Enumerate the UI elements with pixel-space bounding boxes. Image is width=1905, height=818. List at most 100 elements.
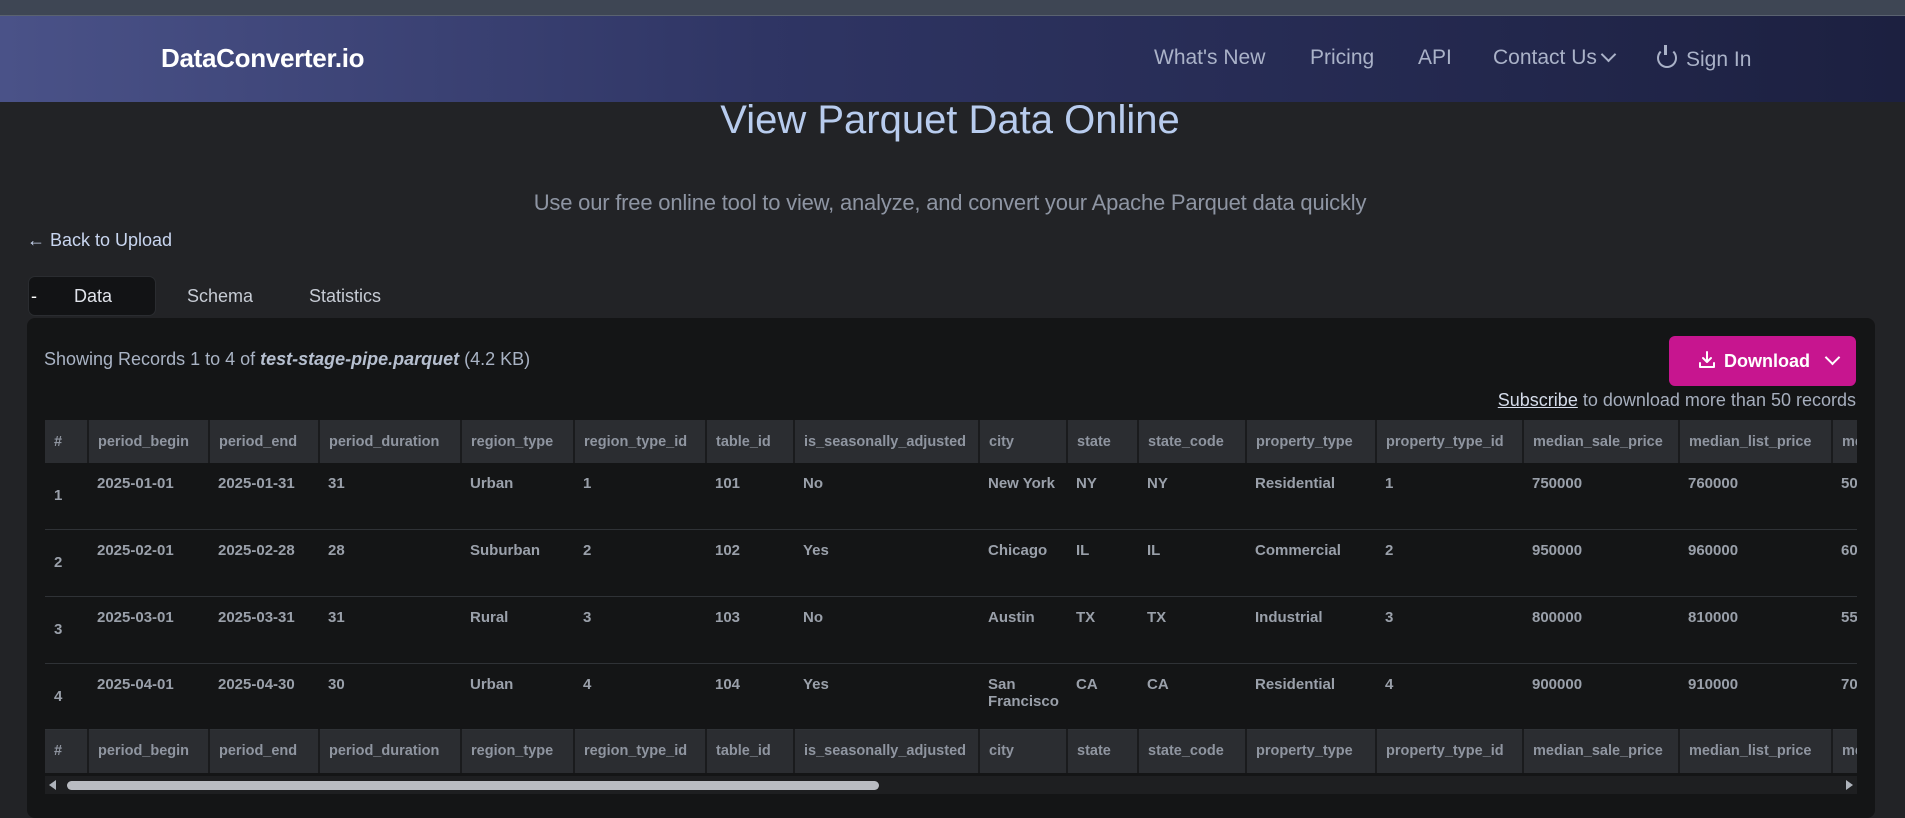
table-cell-period_duration: 28 <box>319 529 461 597</box>
records-summary: Showing Records 1 to 4 of test-stage-pip… <box>44 349 530 370</box>
table-cell-city: San Francisco <box>979 663 1067 730</box>
table-row: 4 2025-04-01 2025-04-30 30 Urban 4 104 Yes San F… <box>45 663 1857 730</box>
download-button[interactable]: Download <box>1669 336 1856 386</box>
table-cell-is_seasonally_adjusted: Yes <box>794 529 979 597</box>
column-header-median_list_price[interactable]: median_list_price <box>1679 420 1833 463</box>
records-summary-prefix: Showing Records 1 to 4 of <box>44 349 261 369</box>
column-header-me[interactable]: me <box>1832 420 1857 463</box>
table-cell-is_seasonally_adjusted: No <box>794 596 979 664</box>
table-cell-period_begin: 2025-03-01 <box>88 596 209 664</box>
subscribe-note: Subscribe to download more than 50 recor… <box>1498 390 1856 411</box>
column-header-city[interactable]: city <box>979 420 1068 463</box>
nav-sign-in[interactable]: Sign In <box>1657 45 1751 72</box>
table-cell-state_code: CA <box>1138 663 1246 730</box>
column-header-property_type[interactable]: property_type <box>1246 420 1377 463</box>
table-cell-median_list_price: 760000 <box>1679 463 1832 530</box>
table-cell-table_id: 101 <box>706 463 794 530</box>
scroll-left-icon[interactable] <box>49 780 56 790</box>
column-footer-median_list_price[interactable]: median_list_price <box>1679 728 1833 773</box>
horizontal-scrollbar[interactable] <box>45 776 1857 794</box>
table-cell-me: 50 <box>1832 463 1857 530</box>
table-cell-region_type_id: 2 <box>574 529 706 597</box>
table-cell-region_type_id: 4 <box>574 663 706 730</box>
column-header-period_begin[interactable]: period_begin <box>88 420 210 463</box>
table-cell-region_type: Suburban <box>461 529 574 597</box>
column-header-table_id[interactable]: table_id <box>706 420 795 463</box>
table-cell-region_type_id: 3 <box>574 596 706 664</box>
data-table-container[interactable]: # period_begin period_end period_duration re… <box>45 420 1857 777</box>
table-cell-table_id: 102 <box>706 529 794 597</box>
table-cell-period_end: 2025-04-30 <box>209 663 319 730</box>
tab-data[interactable]: - Data <box>29 277 155 315</box>
table-cell-me: 60 <box>1832 529 1857 597</box>
table-row: 2 2025-02-01 2025-02-28 28 Suburban 2 102 Yes Ch… <box>45 529 1857 597</box>
table-cell-me: 55 <box>1832 596 1857 664</box>
column-header-region_type_id[interactable]: region_type_id <box>574 420 707 463</box>
column-header-property_type_id[interactable]: property_type_id <box>1376 420 1524 463</box>
table-cell-property_type_id: 2 <box>1376 529 1523 597</box>
column-header-state[interactable]: state <box>1067 420 1139 463</box>
table-cell-period_end: 2025-03-31 <box>209 596 319 664</box>
column-footer-city[interactable]: city <box>979 728 1068 773</box>
brand-logo[interactable]: DataConverter.io <box>161 43 365 74</box>
column-footer-table_id[interactable]: table_id <box>706 728 795 773</box>
table-cell-property_type: Residential <box>1246 463 1376 530</box>
column-header-period_end[interactable]: period_end <box>209 420 320 463</box>
table-cell-median_sale_price: 950000 <box>1523 529 1679 597</box>
column-footer-period_end[interactable]: period_end <box>209 728 320 773</box>
column-footer-index[interactable]: # <box>45 728 89 773</box>
active-tab-marker: - <box>31 286 37 306</box>
table-cell-period_begin: 2025-02-01 <box>88 529 209 597</box>
column-header-median_sale_price[interactable]: median_sale_price <box>1523 420 1680 463</box>
nav-pricing[interactable]: Pricing <box>1310 46 1374 70</box>
file-name: test-stage-pipe.parquet <box>260 349 460 369</box>
column-header-is_seasonally_adjusted[interactable]: is_seasonally_adjusted <box>794 420 980 463</box>
table-cell-property_type_id: 3 <box>1376 596 1523 664</box>
column-header-period_duration[interactable]: period_duration <box>319 420 462 463</box>
table-cell-period_begin: 2025-04-01 <box>88 663 209 730</box>
column-header-region_type[interactable]: region_type <box>461 420 575 463</box>
table-cell-city: Chicago <box>979 529 1067 597</box>
table-cell-state_code: NY <box>1138 463 1246 530</box>
column-header-index[interactable]: # <box>45 420 89 463</box>
table-header-row: # period_begin period_end period_duration re… <box>45 420 1857 463</box>
table-cell-region_type: Urban <box>461 663 574 730</box>
column-footer-property_type_id[interactable]: property_type_id <box>1376 728 1524 773</box>
table-cell-property_type: Industrial <box>1246 596 1376 664</box>
tab-statistics[interactable]: Statistics <box>309 277 381 315</box>
nav-whats-new[interactable]: What's New <box>1154 46 1265 70</box>
table-cell-state: IL <box>1067 529 1138 597</box>
column-footer-period_duration[interactable]: period_duration <box>319 728 462 773</box>
table-cell-period_duration: 31 <box>319 596 461 664</box>
table-cell-property_type_id: 4 <box>1376 663 1523 730</box>
subscribe-link[interactable]: Subscribe <box>1498 390 1578 410</box>
data-table: # period_begin period_end period_duration re… <box>45 420 1857 773</box>
table-cell-property_type_id: 1 <box>1376 463 1523 530</box>
column-footer-region_type[interactable]: region_type <box>461 728 575 773</box>
back-to-upload-link[interactable]: ← Back to Upload <box>27 230 172 251</box>
column-footer-property_type[interactable]: property_type <box>1246 728 1377 773</box>
scroll-right-icon[interactable] <box>1846 780 1853 790</box>
column-footer-is_seasonally_adjusted[interactable]: is_seasonally_adjusted <box>794 728 980 773</box>
nav-api[interactable]: API <box>1418 46 1452 70</box>
scrollbar-thumb[interactable] <box>67 781 879 790</box>
nav-contact[interactable]: Contact Us <box>1493 46 1617 70</box>
subscribe-text: to download more than 50 records <box>1577 390 1856 410</box>
column-footer-period_begin[interactable]: period_begin <box>88 728 210 773</box>
column-footer-me[interactable]: me <box>1832 728 1857 773</box>
column-footer-region_type_id[interactable]: region_type_id <box>574 728 707 773</box>
table-cell-city: New York <box>979 463 1067 530</box>
table-cell-table_id: 103 <box>706 596 794 664</box>
tab-schema[interactable]: Schema <box>187 277 253 315</box>
column-footer-state_code[interactable]: state_code <box>1138 728 1247 773</box>
file-size: (4.2 KB) <box>459 349 531 369</box>
table-cell-median_list_price: 910000 <box>1679 663 1832 730</box>
table-cell-index: 4 <box>45 663 88 730</box>
navbar: DataConverter.io What's New Pricing API … <box>0 16 1905 102</box>
column-header-state_code[interactable]: state_code <box>1138 420 1247 463</box>
table-cell-city: Austin <box>979 596 1067 664</box>
column-footer-state[interactable]: state <box>1067 728 1139 773</box>
table-row: 1 2025-01-01 2025-01-31 31 Urban 1 101 No New Yo… <box>45 463 1857 530</box>
table-cell-is_seasonally_adjusted: Yes <box>794 663 979 730</box>
column-footer-median_sale_price[interactable]: median_sale_price <box>1523 728 1680 773</box>
